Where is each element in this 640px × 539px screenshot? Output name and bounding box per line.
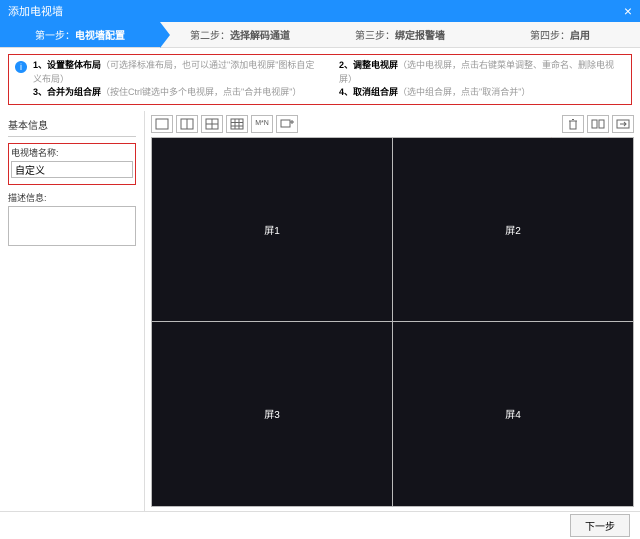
step-2[interactable]: 第二步：选择解码通道 (160, 22, 320, 47)
title-bar: 添加电视墙 × (0, 0, 640, 22)
layout-2x2-icon[interactable] (201, 115, 223, 133)
name-field-highlight: 电视墙名称: (8, 143, 136, 185)
video-wall-grid-wrap: 电视屏布局，自己选择分割 删除 拼接 取消拼接 屏1 屏2 屏3 屏4 (151, 137, 634, 507)
layout-1-icon[interactable] (151, 115, 173, 133)
add-screen-icon[interactable] (276, 115, 298, 133)
merge-icon[interactable] (587, 115, 609, 133)
step-4[interactable]: 第四步：启用 (480, 22, 640, 47)
main-panel: M*N 电视屏布局，自己选择分割 删除 拼接 取消拼接 屏1 屏2 屏3 屏4 (145, 111, 640, 511)
tip-col-right: 2、调整电视屏（选中电视屏，点击右键菜单调整、重命名、删除电视屏） 4、取消组合… (339, 59, 625, 100)
basic-heading: 基本信息 (8, 117, 136, 137)
instruction-box: i 1、设置整体布局（可选择标准布局，也可以通过"添加电视屏"图标自定义布局） … (8, 54, 632, 105)
unmerge-icon[interactable] (612, 115, 634, 133)
layout-3x3-icon[interactable] (226, 115, 248, 133)
wizard-steps: 第一步：电视墙配置 第二步：选择解码通道 第三步：绑定报警墙 第四步：启用 (0, 22, 640, 48)
step-1[interactable]: 第一步：电视墙配置 (0, 22, 160, 47)
window-title: 添加电视墙 (8, 3, 63, 19)
name-input[interactable] (11, 161, 133, 178)
layout-2x1-icon[interactable] (176, 115, 198, 133)
step-3[interactable]: 第三步：绑定报警墙 (320, 22, 480, 47)
layout-toolbar: M*N (145, 111, 640, 137)
desc-label: 描述信息: (8, 191, 136, 204)
delete-icon[interactable] (562, 115, 584, 133)
footer-bar: 下一步 (0, 511, 640, 539)
screen-cell-3[interactable]: 屏3 (152, 322, 392, 506)
info-icon: i (15, 61, 27, 73)
name-label: 电视墙名称: (11, 146, 133, 159)
video-wall-grid: 屏1 屏2 屏3 屏4 (151, 137, 634, 507)
next-button[interactable]: 下一步 (570, 514, 630, 537)
layout-mn-button[interactable]: M*N (251, 115, 273, 133)
desc-input[interactable] (8, 206, 136, 246)
tip-col-left: 1、设置整体布局（可选择标准布局，也可以通过"添加电视屏"图标自定义布局） 3、… (33, 59, 319, 100)
screen-cell-1[interactable]: 屏1 (152, 138, 392, 322)
screen-cell-2[interactable]: 屏2 (393, 138, 633, 322)
close-icon[interactable]: × (624, 3, 632, 19)
screen-cell-4[interactable]: 屏4 (393, 322, 633, 506)
sidebar-basic-info: 基本信息 电视墙名称: * 描述信息: (0, 111, 145, 511)
